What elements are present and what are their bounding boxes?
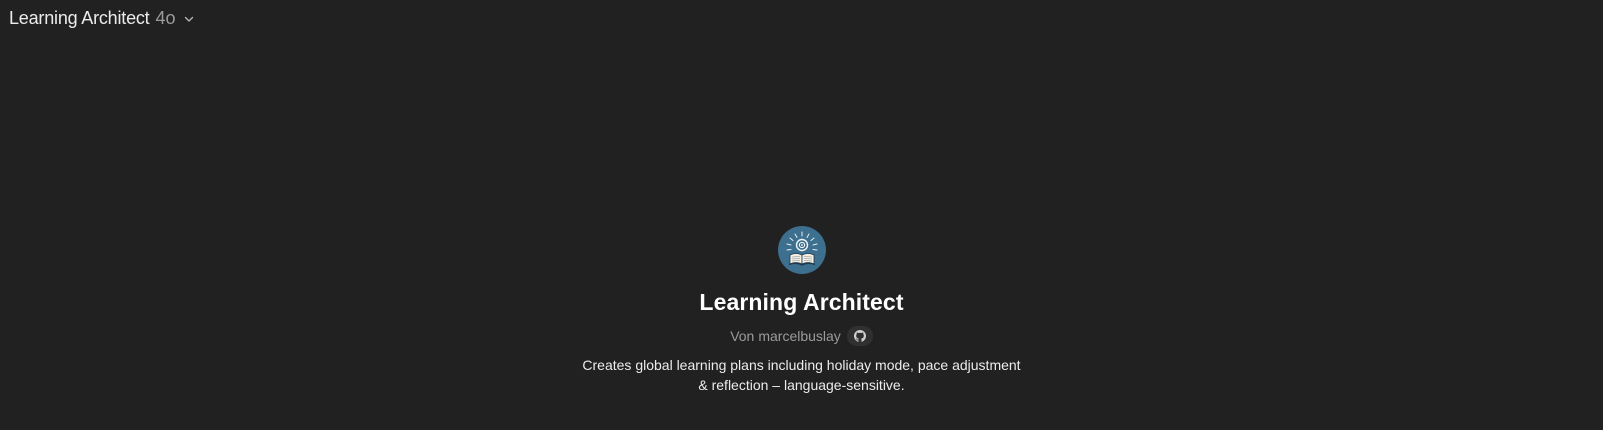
model-version: 4o [155, 7, 176, 28]
description-line-2: & reflection – language-sensitive. [698, 377, 905, 393]
gpt-avatar [777, 226, 826, 274]
gpt-title: Learning Architect [699, 289, 904, 315]
chevron-down-icon [182, 12, 196, 26]
github-icon [853, 330, 866, 342]
author-name: marcelbuslay [758, 328, 841, 344]
open-book-lightbulb-icon [786, 231, 817, 266]
github-badge[interactable] [846, 326, 873, 346]
model-name: Learning Architect [9, 7, 150, 28]
author-prefix: Von [730, 328, 755, 344]
author-row: Von marcelbuslay [730, 326, 873, 346]
model-selector[interactable]: Learning Architect 4o [9, 8, 196, 28]
description-line-1: Creates global learning plans including … [582, 357, 1021, 373]
gpt-intro: Learning Architect Von marcelbuslay Crea… [0, 226, 1603, 395]
gpt-description: Creates global learning plans including … [582, 355, 1022, 395]
